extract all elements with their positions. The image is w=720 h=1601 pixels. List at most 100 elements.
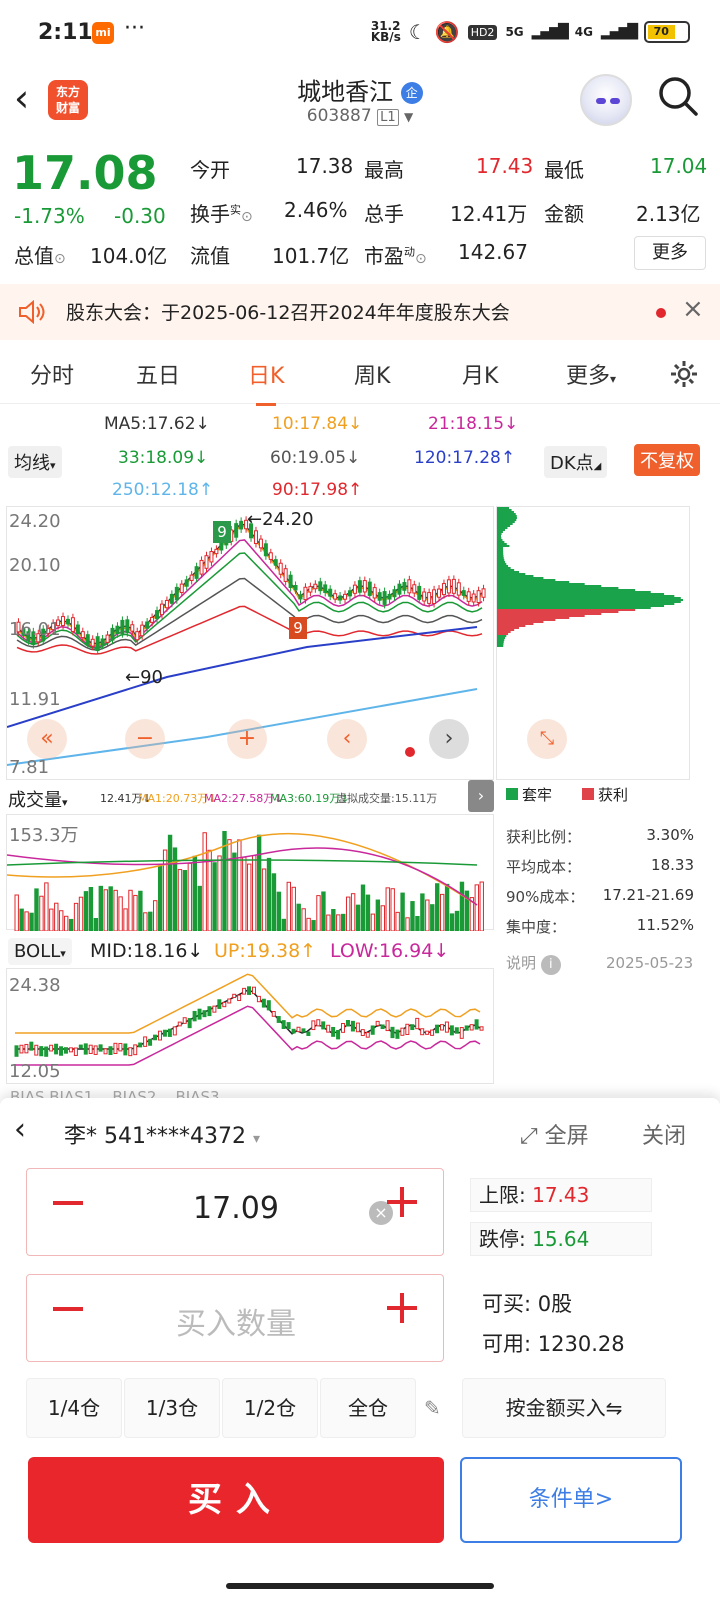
chip-bar xyxy=(497,633,509,635)
chart-tabs: 分时 五日 日K 周K 月K 更多▾ xyxy=(0,344,720,406)
edit-icon[interactable]: ✎ xyxy=(424,1396,441,1420)
fullscreen-button[interactable]: ⤢ 全屏 xyxy=(520,1118,589,1150)
tab-five-day[interactable]: 五日 xyxy=(136,358,180,390)
close-button[interactable]: 关闭 xyxy=(642,1118,686,1150)
increase-quantity-icon[interactable] xyxy=(387,1293,417,1323)
tab-intraday[interactable]: 分时 xyxy=(30,358,74,390)
chip-bar xyxy=(497,525,511,527)
ma33-value: 33:18.09↓ xyxy=(118,448,209,468)
zoom-in-icon[interactable]: + xyxy=(227,719,267,759)
quantity-input[interactable]: 买入数量 xyxy=(26,1274,444,1362)
info-icon[interactable]: ⊙ xyxy=(54,251,66,267)
ma-toggle[interactable]: 均线▾ xyxy=(8,446,62,478)
volume-bar xyxy=(177,869,183,931)
position-third-button[interactable]: 1/3仓 xyxy=(124,1378,220,1438)
home-indicator[interactable] xyxy=(226,1583,494,1589)
chip-bar xyxy=(497,641,504,643)
expand-icon[interactable]: ⤡ xyxy=(527,719,567,759)
info-icon[interactable]: ⊙ xyxy=(241,209,253,225)
boll-candle xyxy=(103,1048,108,1055)
account-selector[interactable]: 李* 541****4372 ▾ xyxy=(64,1118,260,1150)
boll-candle xyxy=(276,1016,281,1023)
position-half-button[interactable]: 1/2仓 xyxy=(222,1378,318,1438)
candle xyxy=(209,551,214,563)
volume-bar xyxy=(410,901,415,931)
boll-candle xyxy=(449,1025,454,1036)
boll-candle xyxy=(469,1024,474,1031)
buy-button[interactable]: 买入 xyxy=(28,1457,444,1543)
volume-bar xyxy=(227,839,232,931)
boll-candle xyxy=(83,1043,88,1055)
info-icon[interactable]: ⊙ xyxy=(415,251,427,267)
chip-bar xyxy=(497,573,526,575)
boll-candle xyxy=(405,1023,410,1035)
dk-toggle[interactable]: DK点◢ xyxy=(544,446,608,478)
boll-toggle[interactable]: BOLL▾ xyxy=(8,938,72,965)
position-quarter-button[interactable]: 1/4仓 xyxy=(26,1378,122,1438)
signal-bars-icon: ▂▄▆█ xyxy=(600,24,638,40)
boll-candle xyxy=(29,1041,34,1051)
volume-bar xyxy=(459,881,465,931)
y-axis-low2: 11.91 xyxy=(9,689,61,710)
kline-chart[interactable]: 24.20 20.10 16.01 11.91 7.81 ←24.20 ←90 … xyxy=(6,506,494,780)
volume-bar xyxy=(276,891,282,931)
candle xyxy=(471,593,476,603)
price-input[interactable]: 17.09 × xyxy=(26,1168,444,1256)
tab-weekly-k[interactable]: 周K xyxy=(354,358,390,390)
volume-bar xyxy=(385,887,390,931)
enterprise-badge-icon: 企 xyxy=(400,82,423,104)
boll-y-bottom: 12.05 xyxy=(9,1061,61,1082)
chip-bar xyxy=(497,557,504,559)
chip-bar xyxy=(497,581,570,583)
boll-candle xyxy=(172,1026,177,1036)
tab-daily-k[interactable]: 日K xyxy=(248,358,284,406)
gear-icon[interactable] xyxy=(668,358,700,390)
chip-bar xyxy=(497,547,504,549)
position-full-button[interactable]: 全仓 xyxy=(320,1378,416,1438)
ma120-value: 120:17.28↑ xyxy=(414,448,516,468)
candle xyxy=(75,624,80,634)
explain-link[interactable]: 说明 i xyxy=(506,952,561,975)
volume-bar xyxy=(336,914,341,931)
volume-bar xyxy=(247,863,252,931)
boll-candle xyxy=(247,986,252,995)
more-button[interactable]: 更多 xyxy=(634,236,706,270)
y-axis-low1: 16.01 xyxy=(9,619,61,640)
zoom-out-icon[interactable]: − xyxy=(125,719,165,759)
next-icon[interactable]: › xyxy=(429,719,469,759)
chip-bar xyxy=(497,639,505,641)
back-icon[interactable]: ‹ xyxy=(14,1112,26,1147)
boll-candle xyxy=(59,1046,64,1056)
volume-bar xyxy=(167,834,173,931)
chip-bar xyxy=(497,545,510,547)
volume-chart[interactable]: 153.3万 xyxy=(6,814,494,931)
volume-bar xyxy=(365,894,371,931)
candle xyxy=(278,562,283,575)
chip-distribution-chart[interactable]: ⤡ xyxy=(496,506,690,780)
announcement-bar[interactable]: 股东大会：于2025-06-12召开2024年年度股东大会 × xyxy=(0,284,720,340)
volume-bar xyxy=(350,893,356,931)
tab-monthly-k[interactable]: 月K xyxy=(462,358,498,390)
volume-toggle[interactable]: 成交量▾ xyxy=(8,786,68,812)
close-icon[interactable]: × xyxy=(682,294,704,324)
assistant-avatar[interactable] xyxy=(580,74,632,126)
rewind-icon[interactable]: « xyxy=(27,719,67,759)
prev-icon[interactable]: ‹ xyxy=(327,719,367,759)
panel-expand-icon[interactable]: › xyxy=(468,780,494,812)
volume-bar xyxy=(380,905,386,931)
increase-price-icon[interactable] xyxy=(387,1187,417,1217)
turnover-label: 换手实⊙ xyxy=(190,198,253,227)
volume-y-top: 153.3万 xyxy=(9,825,79,846)
adjust-button[interactable]: 不复权 xyxy=(634,444,700,476)
tab-more[interactable]: 更多▾ xyxy=(566,358,616,390)
volume-bar xyxy=(266,857,272,931)
buy-by-amount-button[interactable]: 按金额买入⇋ xyxy=(462,1378,666,1438)
candle xyxy=(263,543,268,557)
conditional-order-button[interactable]: 条件单> xyxy=(460,1457,682,1543)
boll-chart[interactable]: 24.38 12.05 xyxy=(6,968,494,1084)
volume-value: 12.41万 xyxy=(450,202,528,226)
chip-bar xyxy=(497,543,507,545)
search-icon[interactable] xyxy=(656,74,700,118)
candle xyxy=(100,638,105,646)
chip-bar xyxy=(497,615,585,617)
